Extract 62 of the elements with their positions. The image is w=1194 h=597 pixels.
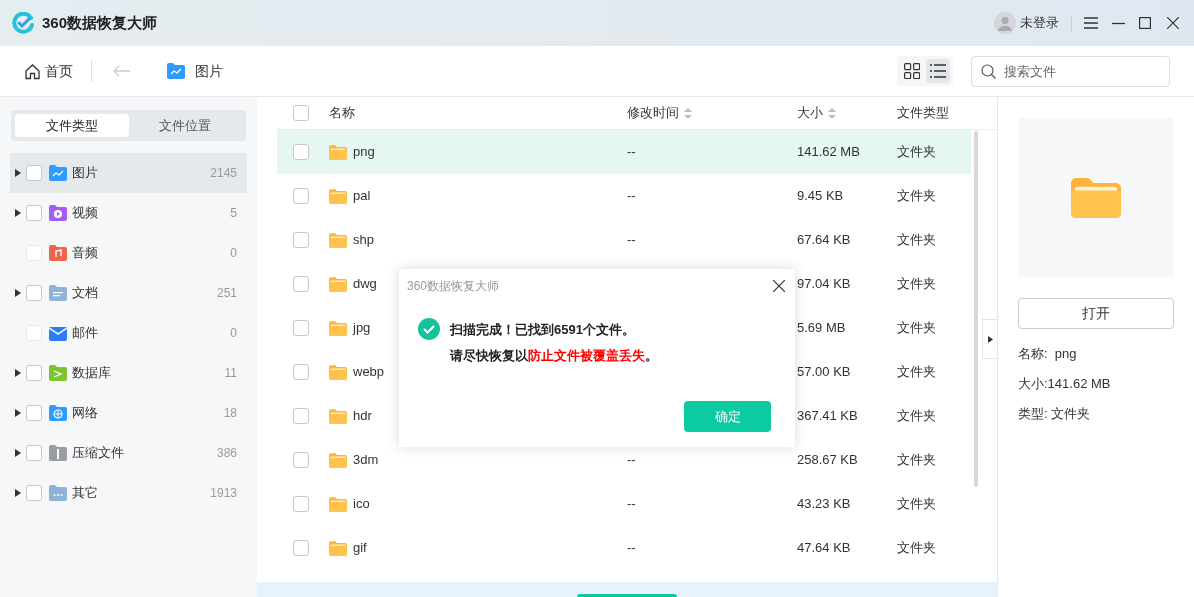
category-label: 邮件 — [72, 324, 98, 343]
category-count: 11 — [224, 365, 237, 382]
file-size: 57.00 KB — [797, 363, 852, 382]
detail-field: 名称: png — [1018, 339, 1174, 369]
category-count: 18 — [223, 405, 237, 422]
file-type: 文件夹 — [897, 275, 936, 294]
category-count: 386 — [216, 445, 237, 462]
category-count: 1913 — [210, 485, 237, 502]
modified-time: -- — [627, 452, 636, 468]
category-label: 图片 — [72, 164, 98, 183]
file-name: jpg — [353, 320, 371, 336]
file-size: 367.41 KB — [797, 407, 859, 426]
category-label: 文档 — [72, 284, 98, 303]
file-type: 文件夹 — [897, 187, 936, 206]
file-size: 97.04 KB — [797, 275, 852, 294]
file-name: gif — [353, 540, 367, 556]
file-name: shp — [353, 232, 374, 248]
file-type: 文件夹 — [897, 451, 936, 470]
category-count: 0 — [230, 245, 237, 262]
category-label: 音频 — [72, 244, 98, 263]
category-label: 压缩文件 — [72, 444, 124, 463]
file-name: pal — [353, 188, 371, 204]
file-size: 47.64 KB — [797, 539, 852, 558]
modified-time: -- — [627, 496, 636, 512]
file-type: 文件夹 — [897, 231, 936, 250]
category-count: 2145 — [210, 165, 237, 182]
file-name: dwg — [353, 276, 377, 292]
file-size: 258.67 KB — [797, 451, 859, 470]
category-label: 视频 — [72, 204, 98, 223]
file-type: 文件夹 — [897, 143, 936, 162]
category-label: 数据库 — [72, 364, 111, 383]
detail-field: 类型: 文件夹 — [1018, 399, 1174, 429]
file-size: 5.69 MB — [797, 319, 847, 338]
file-name: ico — [353, 496, 370, 512]
category-label: 网络 — [72, 404, 98, 423]
file-name: hdr — [353, 408, 372, 424]
current-location: 图片 — [195, 61, 223, 81]
file-name: webp — [353, 364, 385, 380]
category-count: 251 — [216, 285, 237, 302]
window-title: 360数据恢复大师 — [42, 12, 158, 33]
file-name: 3dm — [353, 452, 379, 468]
modified-time: -- — [627, 144, 636, 160]
detail-field: 大小:141.62 MB — [1018, 369, 1174, 399]
dialog-title: 360数据恢复大师 — [407, 278, 500, 295]
scan-message: 扫描完成！已找到6591个文件。 — [450, 321, 636, 339]
file-type: 文件夹 — [897, 539, 936, 558]
category-label: 其它 — [72, 484, 98, 503]
file-size: 43.23 KB — [797, 495, 852, 514]
category-count: 5 — [230, 205, 237, 222]
modified-time: -- — [627, 188, 636, 204]
file-name: png — [353, 144, 375, 160]
category-count: 0 — [230, 325, 237, 342]
file-type: 文件夹 — [897, 319, 936, 338]
file-type: 文件夹 — [897, 495, 936, 514]
recovery-hint: 请尽快恢复以防止文件被覆盖丢失。 — [450, 346, 658, 365]
modified-time: -- — [627, 540, 636, 556]
file-type: 文件夹 — [897, 407, 936, 426]
file-size: 9.45 KB — [797, 187, 845, 206]
file-size: 67.64 KB — [797, 231, 852, 250]
file-size: 141.62 MB — [797, 143, 861, 162]
file-type: 文件夹 — [897, 363, 936, 382]
modified-time: -- — [627, 232, 636, 248]
